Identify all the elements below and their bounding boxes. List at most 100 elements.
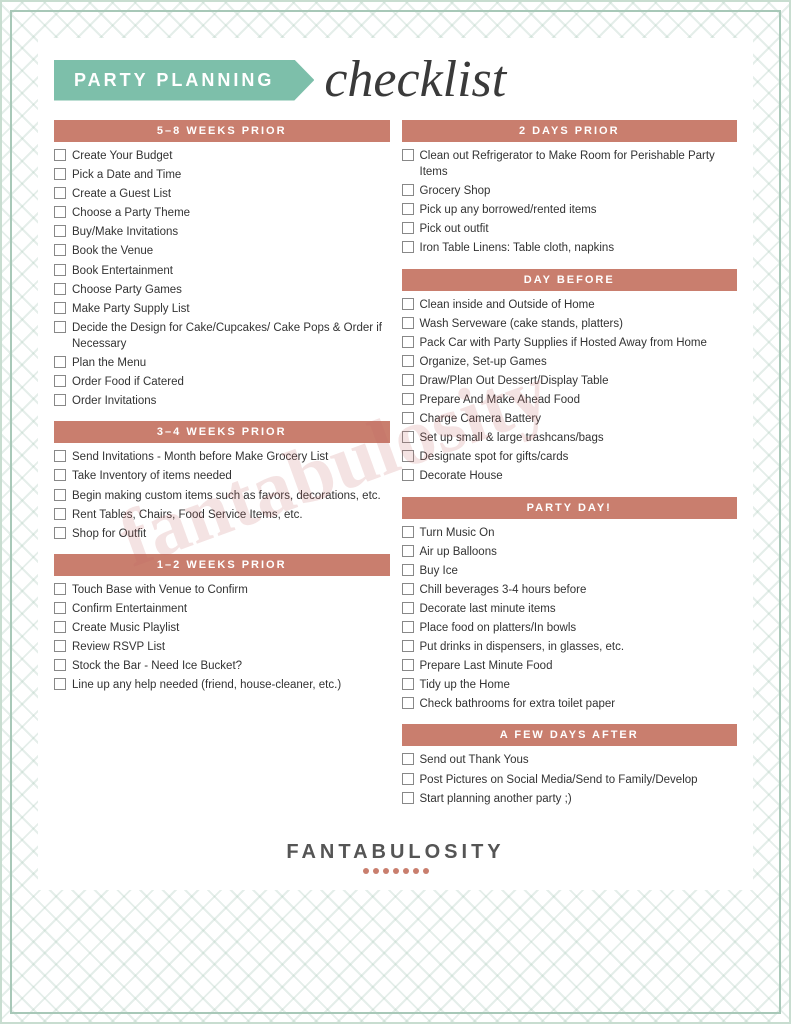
checkbox[interactable]: [54, 244, 66, 256]
item-text: Clean out Refrigerator to Make Room for …: [420, 148, 738, 180]
checkbox[interactable]: [402, 317, 414, 329]
item-text: Clean inside and Outside of Home: [420, 297, 738, 313]
item-text: Grocery Shop: [420, 183, 738, 199]
checkbox[interactable]: [54, 394, 66, 406]
checkbox[interactable]: [402, 469, 414, 481]
checkbox[interactable]: [402, 659, 414, 671]
footer-dot: [403, 868, 409, 874]
list-item: Put drinks in dispensers, in glasses, et…: [402, 639, 738, 655]
list-item: Clean inside and Outside of Home: [402, 297, 738, 313]
list-item: Line up any help needed (friend, house-c…: [54, 677, 390, 693]
list-item: Pick a Date and Time: [54, 167, 390, 183]
checkbox[interactable]: [54, 450, 66, 462]
checkbox[interactable]: [54, 264, 66, 276]
checkbox[interactable]: [402, 412, 414, 424]
checkbox[interactable]: [54, 206, 66, 218]
checkbox[interactable]: [402, 393, 414, 405]
footer-decoration: [54, 868, 737, 874]
checkbox[interactable]: [402, 241, 414, 253]
checkbox[interactable]: [402, 336, 414, 348]
section-2-days: 2 DAYS PRIOR Clean out Refrigerator to Ma…: [402, 120, 738, 257]
item-text: Create Music Playlist: [72, 620, 390, 636]
list-item: Check bathrooms for extra toilet paper: [402, 696, 738, 712]
checkbox[interactable]: [54, 640, 66, 652]
item-text: Buy/Make Invitations: [72, 224, 390, 240]
checkbox[interactable]: [54, 321, 66, 333]
checkbox[interactable]: [402, 450, 414, 462]
checkbox[interactable]: [54, 508, 66, 520]
item-text: Wash Serveware (cake stands, platters): [420, 316, 738, 332]
list-item: Confirm Entertainment: [54, 601, 390, 617]
item-text: Pick a Date and Time: [72, 167, 390, 183]
item-text: Make Party Supply List: [72, 301, 390, 317]
section-header-2-days: 2 DAYS PRIOR: [402, 120, 738, 142]
checkbox[interactable]: [54, 356, 66, 368]
checkbox[interactable]: [54, 602, 66, 614]
checkbox[interactable]: [54, 168, 66, 180]
footer: FANTABULOSITY: [54, 835, 737, 874]
checkbox[interactable]: [402, 149, 414, 161]
checkbox[interactable]: [402, 184, 414, 196]
list-item: Make Party Supply List: [54, 301, 390, 317]
checkbox[interactable]: [402, 773, 414, 785]
checkbox[interactable]: [402, 355, 414, 367]
checkbox[interactable]: [402, 431, 414, 443]
item-text: Order Invitations: [72, 393, 390, 409]
item-text: Review RSVP List: [72, 639, 390, 655]
checkbox[interactable]: [402, 602, 414, 614]
checkbox[interactable]: [402, 203, 414, 215]
checkbox[interactable]: [54, 489, 66, 501]
list-item: Order Food if Catered: [54, 374, 390, 390]
list-item: Pick up any borrowed/rented items: [402, 202, 738, 218]
checkbox[interactable]: [402, 621, 414, 633]
checkbox[interactable]: [402, 583, 414, 595]
checkbox[interactable]: [54, 375, 66, 387]
list-item: Book Entertainment: [54, 263, 390, 279]
checkbox[interactable]: [54, 187, 66, 199]
item-text: Decide the Design for Cake/Cupcakes/ Cak…: [72, 320, 390, 352]
item-text: Decorate last minute items: [420, 601, 738, 617]
checklist-items-few-days-after: Send out Thank YousPost Pictures on Soci…: [402, 752, 738, 806]
checklist-items-1-2-weeks: Touch Base with Venue to ConfirmConfirm …: [54, 582, 390, 694]
checkbox[interactable]: [54, 659, 66, 671]
checkbox[interactable]: [54, 149, 66, 161]
list-item: Take Inventory of items needed: [54, 468, 390, 484]
checklist-items-party-day: Turn Music OnAir up BalloonsBuy IceChill…: [402, 525, 738, 713]
checkbox[interactable]: [402, 222, 414, 234]
item-text: Decorate House: [420, 468, 738, 484]
checklist-items-5-8-weeks: Create Your BudgetPick a Date and TimeCr…: [54, 148, 390, 409]
checkbox[interactable]: [54, 469, 66, 481]
checkbox[interactable]: [402, 753, 414, 765]
checkbox[interactable]: [402, 298, 414, 310]
checkbox[interactable]: [402, 564, 414, 576]
checkbox[interactable]: [54, 583, 66, 595]
item-text: Begin making custom items such as favors…: [72, 488, 390, 504]
item-text: Choose a Party Theme: [72, 205, 390, 221]
banner-text: PARTY PLANNING: [74, 70, 274, 90]
checkbox[interactable]: [402, 526, 414, 538]
checkbox[interactable]: [54, 678, 66, 690]
list-item: Chill beverages 3-4 hours before: [402, 582, 738, 598]
checkbox[interactable]: [402, 545, 414, 557]
item-text: Order Food if Catered: [72, 374, 390, 390]
checklist-items-2-days: Clean out Refrigerator to Make Room for …: [402, 148, 738, 257]
checkbox[interactable]: [402, 792, 414, 804]
checkbox[interactable]: [402, 374, 414, 386]
item-text: Post Pictures on Social Media/Send to Fa…: [420, 772, 738, 788]
checkbox[interactable]: [54, 302, 66, 314]
checkbox[interactable]: [54, 621, 66, 633]
checkbox[interactable]: [54, 527, 66, 539]
checkbox[interactable]: [402, 678, 414, 690]
checkbox[interactable]: [54, 283, 66, 295]
checkbox[interactable]: [402, 697, 414, 709]
list-item: Create Music Playlist: [54, 620, 390, 636]
list-item: Clean out Refrigerator to Make Room for …: [402, 148, 738, 180]
checkbox[interactable]: [402, 640, 414, 652]
item-text: Pack Car with Party Supplies if Hosted A…: [420, 335, 738, 351]
page: PARTY PLANNING checklist fantabulosity 5…: [0, 0, 791, 1024]
item-text: Book the Venue: [72, 243, 390, 259]
checkbox[interactable]: [54, 225, 66, 237]
list-item: Place food on platters/In bowls: [402, 620, 738, 636]
section-5-8-weeks: 5–8 WEEKS PRIORCreate Your BudgetPick a …: [54, 120, 390, 409]
list-item: Grocery Shop: [402, 183, 738, 199]
